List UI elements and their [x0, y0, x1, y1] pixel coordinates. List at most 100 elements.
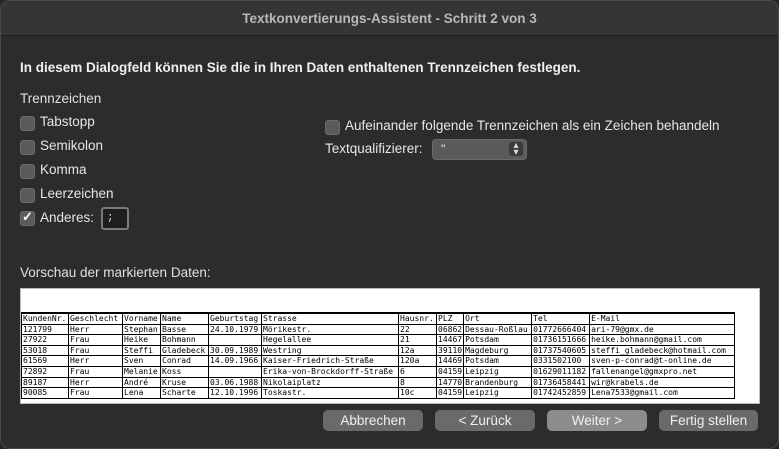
preview-cell: Heike — [122, 334, 161, 346]
preview-row: 90085 Frau Lena Scharte 12.10.1996 Toskastr. 1… — [21, 387, 736, 399]
space-checkbox[interactable] — [20, 188, 35, 203]
preview-cell: 61569 — [21, 355, 69, 367]
preview-header-cell: KundenNr. — [21, 311, 69, 325]
back-button[interactable]: < Zurück — [435, 410, 535, 431]
finish-button[interactable]: Fertig stellen — [659, 410, 758, 431]
preview-cell: 04159 — [435, 365, 465, 378]
preview-cell: Toskastr. — [261, 387, 399, 399]
preview-cell: steffi_gladebeck@hotmail.com — [589, 344, 736, 357]
consecutive-delimiters-checkbox[interactable] — [325, 120, 340, 135]
preview-cell: André — [122, 376, 161, 389]
preview-cell: 01629011182 — [531, 365, 591, 378]
preview-row: 121799 Herr Stephan Basse 24.10.1979 Mörikest… — [21, 323, 736, 336]
preview-cell: Kruse — [160, 376, 209, 389]
preview-cell: 01772666404 — [531, 323, 591, 336]
cancel-button[interactable]: Abbrechen — [323, 410, 423, 431]
preview-cell: Sven — [122, 355, 161, 367]
preview-table: KundenNr. Geschlecht Vorname Name Geburtstag… — [21, 311, 736, 399]
preview-cell: 120a — [398, 355, 437, 367]
preview-cell: 12a — [398, 344, 437, 357]
preview-cell: Scharte — [160, 387, 209, 399]
preview-cell: Basse — [160, 323, 209, 336]
preview-cell: Frau — [68, 387, 123, 399]
preview-cell: Mörikestr. — [261, 323, 399, 336]
tab-checkbox[interactable] — [20, 116, 35, 131]
preview-header-cell: Tel — [531, 311, 591, 325]
preview-cell: Hegelallee — [261, 334, 399, 346]
window-title: Textkonvertierungs-Assistent - Schritt 2… — [242, 10, 537, 26]
preview-cell: 10c — [398, 387, 437, 399]
text-import-wizard-dialog: Textkonvertierungs-Assistent - Schritt 2… — [0, 0, 779, 449]
preview-header-cell: Name — [160, 311, 209, 325]
preview-cell: sven-p-conrad@t-online.de — [589, 355, 736, 367]
preview-header-row: KundenNr. Geschlecht Vorname Name Geburtstag… — [21, 311, 736, 325]
semicolon-checkbox-label[interactable]: Semikolon — [40, 138, 103, 153]
preview-header-cell: Hausnr. — [398, 311, 437, 325]
preview-cell: 121799 — [21, 323, 69, 336]
preview-label: Vorschau der markierten Daten: — [20, 265, 211, 280]
preview-cell: Westring — [261, 344, 399, 357]
preview-cell: Lena — [122, 387, 161, 399]
preview-cell: Kaiser-Friedrich-Straße — [261, 355, 399, 367]
preview-cell: 8 — [398, 376, 437, 389]
preview-row: 61569 Herr Sven Conrad 14.09.1966 Kaiser-Frie… — [21, 355, 736, 367]
preview-cell: 01736151666 — [531, 334, 591, 346]
preview-cell: 14469 — [435, 355, 465, 367]
preview-cell: 14770 — [435, 376, 465, 389]
preview-cell: 22 — [398, 323, 437, 336]
tab-checkbox-label[interactable]: Tabstopp — [40, 114, 95, 129]
preview-cell: 0331502100 — [531, 355, 591, 367]
text-qualifier-select[interactable]: " ▴ ▾ — [432, 139, 527, 160]
preview-cell: 06862 — [435, 323, 465, 336]
preview-cell: fallenangel@gmxpro.net — [589, 365, 736, 378]
preview-header-cell: E-Mail — [589, 311, 736, 325]
preview-cell: Leipzig — [463, 387, 533, 399]
other-delimiter-input[interactable]: ; — [101, 207, 129, 230]
text-qualifier-label: Textqualifizierer: — [325, 141, 423, 156]
preview-cell: 90085 — [21, 387, 69, 399]
comma-checkbox[interactable] — [20, 164, 35, 179]
preview-cell: 12.10.1996 — [208, 387, 262, 399]
preview-cell: Magdeburg — [463, 344, 533, 357]
delimiters-section-label: Trennzeichen — [20, 91, 102, 106]
preview-cell: Herr — [68, 355, 123, 367]
preview-cell: Frau — [68, 365, 123, 378]
preview-header-cell: PLZ — [435, 311, 465, 325]
preview-row: 27922 Frau Heike Bohmann Hegelallee 21 14467 Po… — [21, 334, 736, 346]
preview-cell: 89187 — [21, 376, 69, 389]
other-checkbox-label[interactable]: Anderes: — [40, 210, 94, 225]
preview-cell: heike.bohmann@gmail.com — [589, 334, 736, 346]
preview-cell: Nikolaiplatz — [261, 376, 399, 389]
other-checkbox[interactable]: ✓ — [20, 209, 35, 226]
preview-cell — [208, 365, 262, 378]
preview-cell: 03.06.1988 — [208, 376, 262, 389]
preview-cell: Erika-von-Brockdorff-Straße — [261, 365, 399, 378]
preview-cell: 01736458441 — [531, 376, 591, 389]
preview-cell: Brandenburg — [463, 376, 533, 389]
preview-cell — [208, 334, 262, 346]
preview-header-cell: Geburtstag — [208, 311, 262, 325]
preview-cell: 21 — [398, 334, 437, 346]
text-qualifier-value: " — [441, 142, 446, 156]
data-preview[interactable]: KundenNr. Geschlecht Vorname Name Geburtstag… — [20, 288, 760, 404]
consecutive-delimiters-label[interactable]: Aufeinander folgende Trennzeichen als ei… — [345, 118, 720, 133]
checkmark-icon: ✓ — [22, 209, 33, 224]
next-button[interactable]: Weiter > — [547, 410, 647, 431]
preview-cell: 14467 — [435, 334, 465, 346]
preview-cell: 39110 — [435, 344, 465, 357]
preview-cell: Bohmann — [160, 334, 209, 346]
preview-cell: Potsdam — [463, 355, 533, 367]
preview-cell: 6 — [398, 365, 437, 378]
preview-cell: Herr — [68, 376, 123, 389]
preview-cell: Melanie — [122, 365, 161, 378]
preview-cell: 53018 — [21, 344, 69, 357]
preview-cell: Leipzig — [463, 365, 533, 378]
preview-cell: Gladebeck — [160, 344, 209, 357]
preview-cell: 14.09.1966 — [208, 355, 262, 367]
comma-checkbox-label[interactable]: Komma — [40, 162, 87, 177]
preview-cell: Herr — [68, 323, 123, 336]
semicolon-checkbox[interactable] — [20, 140, 35, 155]
space-checkbox-label[interactable]: Leerzeichen — [40, 186, 114, 201]
preview-header-cell: Vorname — [122, 311, 161, 325]
preview-cell: Steffi — [122, 344, 161, 357]
